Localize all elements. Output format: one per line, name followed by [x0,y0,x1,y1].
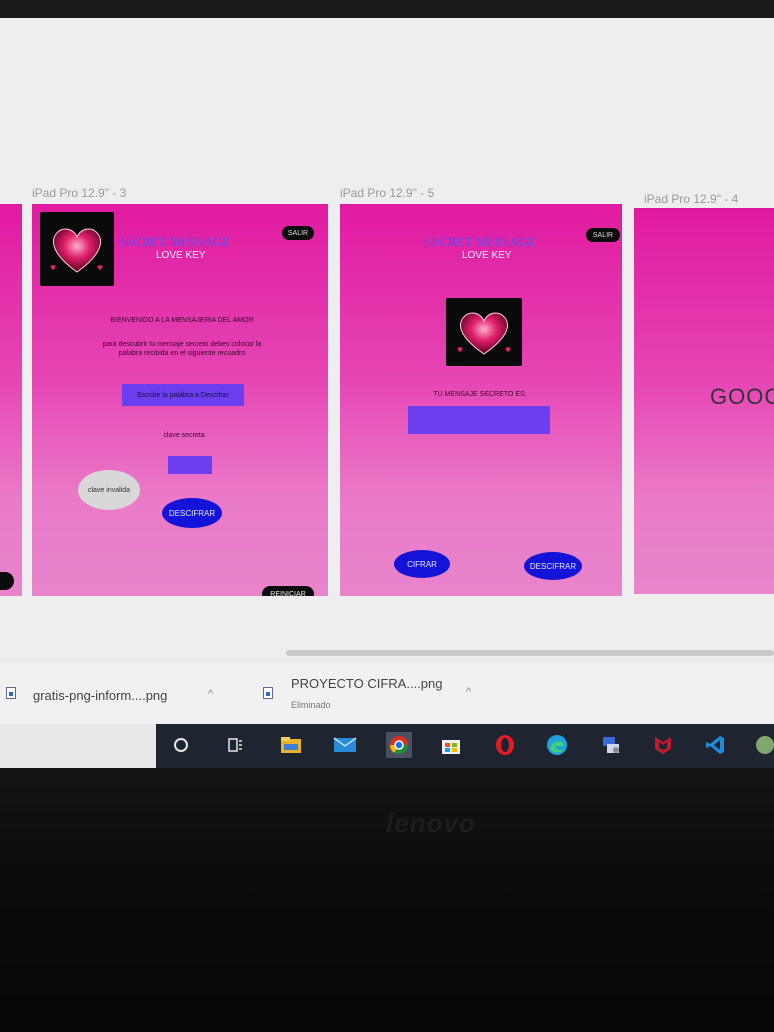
app-title: SECRET MESSAGE [118,234,231,249]
heart-icon [50,228,103,273]
opera-icon[interactable] [492,732,518,758]
chevron-up-icon[interactable]: ^ [208,688,213,700]
secret-key-input[interactable] [168,456,212,474]
artboard-frame-4[interactable]: GOOC [634,208,774,594]
encrypt-button[interactable]: CIFRAR [394,550,450,578]
download-status: Eliminado [291,700,331,710]
reset-button[interactable]: REINICIAR [262,586,314,596]
store-icon[interactable] [438,732,464,758]
file-icon [6,687,16,699]
secret-message-output [408,406,550,434]
chrome-icon[interactable] [386,732,412,758]
app-title: SECRET MESSAGE [424,234,537,249]
search-icon[interactable] [168,732,194,758]
download-item-name[interactable]: PROYECTO CIFRA....png [291,676,442,691]
file-explorer-icon[interactable] [278,732,304,758]
network-app-icon[interactable] [598,732,624,758]
heart-logo [446,298,522,366]
secret-key-label: clave secreta [163,432,205,439]
file-icon [263,687,273,699]
mcafee-icon[interactable] [650,732,676,758]
edge-icon[interactable] [544,732,570,758]
app-icon[interactable] [752,732,774,758]
downloads-bar: gratis-png-inform....png ^ PROYECTO CIFR… [0,664,774,724]
partial-button[interactable] [0,572,14,590]
instructions-text: para descubrir tu mensaje secreto debes … [102,341,262,357]
error-bubble: clave invalida [78,470,140,510]
exit-button[interactable]: SALIR [282,226,314,240]
heart-icon [457,312,511,355]
large-text: GOOC [710,384,774,409]
heart-logo [40,212,114,286]
app-subtitle: LOVE KEY [462,250,512,261]
mail-icon[interactable] [332,732,358,758]
design-canvas[interactable]: iPad Pro 12.9" - 3 SECRET MESSAGE LOVE K… [0,18,774,658]
artboard-frame-5[interactable]: SECRET MESSAGE LOVE KEY SALIR TU MENSAJE… [340,204,622,596]
artboard-frame-3[interactable]: SECRET MESSAGE LOVE KEY SALIR BIENVENIDO… [32,204,328,596]
welcome-text: BIENVENIDO A LA MENSAJERIA DEL AMOR [110,317,254,324]
taskbar [156,724,774,768]
frame-label-5[interactable]: iPad Pro 12.9" - 5 [340,186,434,200]
chevron-up-icon[interactable]: ^ [466,686,471,698]
top-bezel [0,0,774,18]
artboard-partial-left[interactable] [0,204,22,596]
message-label: TU MENSAJE SECRETO ES: [433,391,527,398]
task-view-icon[interactable] [222,732,248,758]
screen: iPad Pro 12.9" - 3 SECRET MESSAGE LOVE K… [0,0,774,768]
frame-label-4[interactable]: iPad Pro 12.9" - 4 [644,192,738,206]
laptop-brand-logo: lenovo [386,808,476,838]
decrypt-button[interactable]: DESCIFRAR [162,498,222,528]
decrypt-button[interactable]: DESCIFRAR [524,552,582,580]
vscode-icon[interactable] [702,732,728,758]
exit-button[interactable]: SALIR [586,228,620,242]
app-subtitle: LOVE KEY [156,250,206,261]
taskbar-search-area[interactable] [0,724,156,768]
word-input[interactable]: Escribe la palabra a Descifrar [122,384,244,406]
frame-label-3[interactable]: iPad Pro 12.9" - 3 [32,186,126,200]
horizontal-scrollbar[interactable] [286,650,774,656]
download-item-name[interactable]: gratis-png-inform....png [33,688,167,703]
